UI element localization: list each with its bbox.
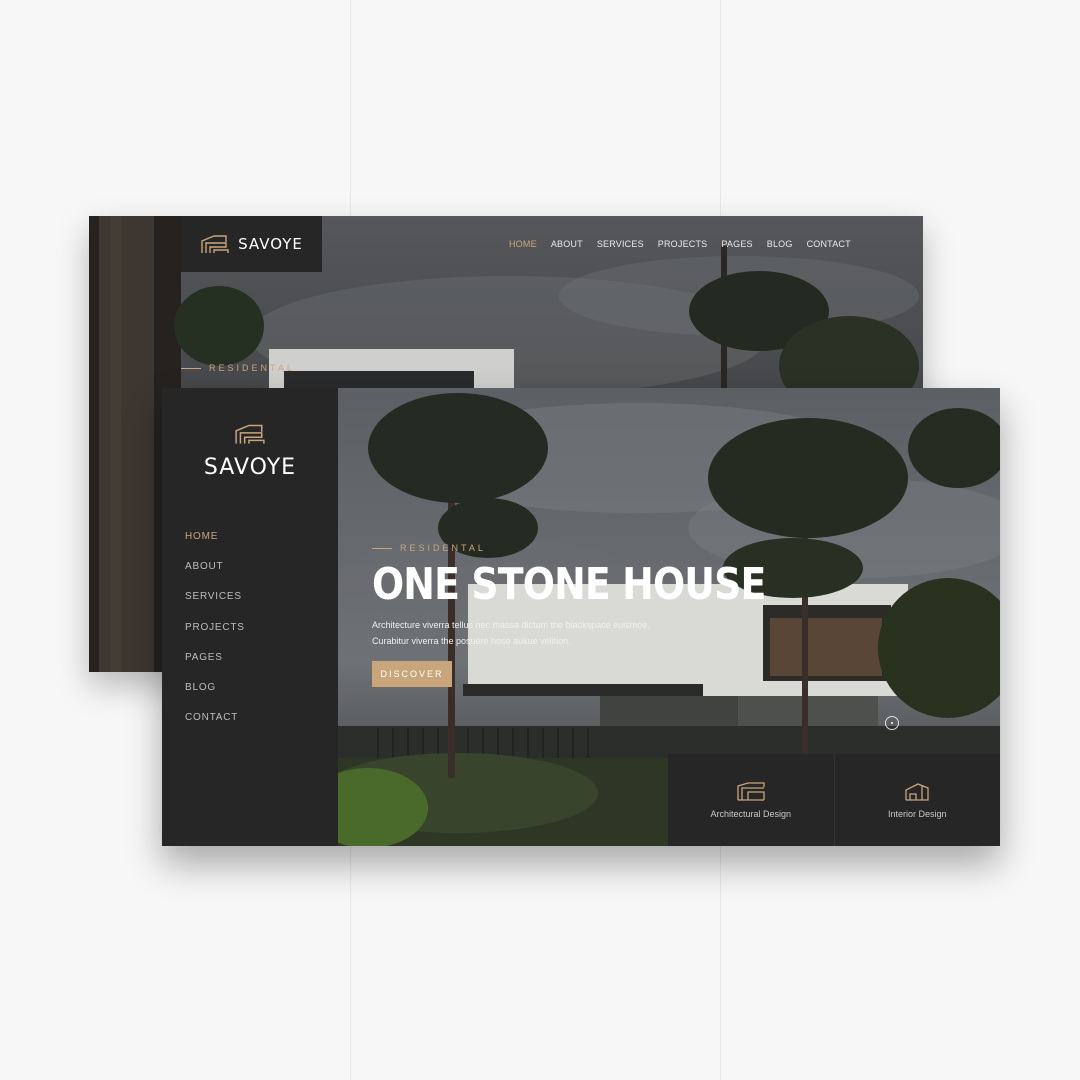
nav-contact[interactable]: CONTACT	[807, 239, 851, 249]
interior-icon	[905, 783, 929, 801]
service-architectural-design[interactable]: Architectural Design	[668, 754, 834, 846]
hero-title: ONE STONE HOUSE	[372, 559, 766, 610]
sidebar-navigation: HOME ABOUT SERVICES PROJECTS PAGES BLOG …	[185, 528, 245, 739]
sidebar-logo[interactable]: SAVOYE	[162, 422, 338, 480]
sidebar-item-services[interactable]: SERVICES	[185, 588, 245, 618]
kicker-dash	[372, 547, 392, 549]
services-bar: Architectural Design Interior Design	[668, 754, 1000, 846]
nav-services[interactable]: SERVICES	[597, 239, 644, 249]
sidebar: SAVOYE HOME ABOUT SERVICES PROJECTS PAGE…	[162, 388, 338, 846]
hero: RESIDENTAL ONE STONE HOUSE Architecture …	[372, 543, 792, 687]
discover-button[interactable]: DISCOVER	[372, 661, 452, 687]
nav-blog[interactable]: BLOG	[767, 239, 793, 249]
hero-kicker: RESIDENTAL	[372, 543, 792, 553]
sidebar-item-home[interactable]: HOME	[185, 528, 245, 558]
sidebar-item-pages[interactable]: PAGES	[185, 649, 245, 679]
house-logo-icon	[235, 424, 265, 444]
nav-home[interactable]: HOME	[509, 239, 537, 249]
logo-text: SAVOYE	[203, 455, 297, 480]
nav-pages[interactable]: PAGES	[721, 239, 752, 249]
sidebar-item-about[interactable]: ABOUT	[185, 558, 245, 588]
back-hero-kicker: RESIDENTAL	[181, 363, 295, 373]
service-label: Interior Design	[887, 809, 947, 819]
logo-text: SAVOYE	[238, 235, 303, 253]
service-label: Architectural Design	[710, 809, 792, 819]
kicker-text: RESIDENTAL	[209, 363, 295, 373]
hero-description-line-1: Architecture viverra tellus nec massa di…	[372, 620, 650, 630]
sidebar-item-projects[interactable]: PROJECTS	[185, 619, 245, 649]
front-screenshot: SAVOYE HOME ABOUT SERVICES PROJECTS PAGE…	[162, 388, 1000, 846]
back-logo[interactable]: SAVOYE	[181, 216, 322, 272]
building-icon	[737, 782, 765, 801]
sidebar-item-blog[interactable]: BLOG	[185, 679, 245, 709]
nav-projects[interactable]: PROJECTS	[658, 239, 708, 249]
service-interior-design[interactable]: Interior Design	[833, 754, 1000, 846]
hero-description: Architecture viverra tellus nec massa di…	[372, 617, 792, 649]
sidebar-item-contact[interactable]: CONTACT	[185, 709, 245, 739]
hero-description-line-2: Curabitur viverra the posuere hose aukue…	[372, 636, 571, 646]
kicker-text: RESIDENTAL	[400, 543, 486, 553]
house-logo-icon	[201, 235, 229, 253]
kicker-dash	[181, 367, 201, 369]
top-navigation: HOME ABOUT SERVICES PROJECTS PAGES BLOG …	[509, 216, 851, 272]
slider-dot-icon[interactable]	[885, 716, 899, 730]
nav-about[interactable]: ABOUT	[551, 239, 583, 249]
